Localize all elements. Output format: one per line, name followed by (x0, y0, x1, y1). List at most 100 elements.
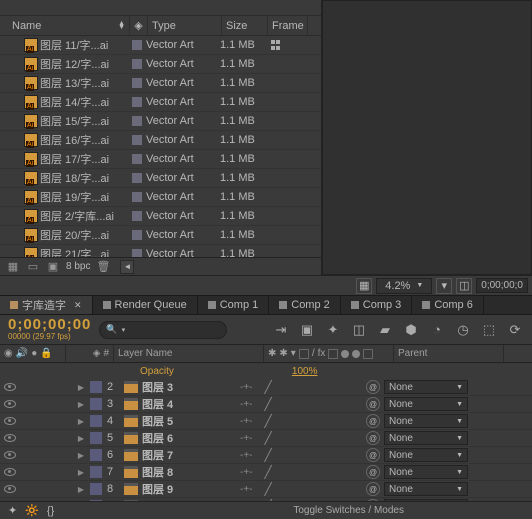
layer-row[interactable]: ▶ 6 图层 7 -+- ╱ @ None▼ (0, 447, 532, 464)
asset-label[interactable] (128, 249, 146, 257)
asset-label[interactable] (128, 59, 146, 69)
asset-row[interactable]: 图层 11/字...ai Vector Art 1.1 MB (0, 36, 321, 55)
visibility-toggle[interactable] (4, 417, 16, 425)
layer-name[interactable]: 图层 8 (142, 464, 236, 480)
switch-dash-icon[interactable]: -+- (240, 484, 253, 495)
layer-expand-toggle[interactable]: ▶ (66, 468, 88, 477)
layer-name[interactable]: 图层 3 (142, 379, 236, 395)
visibility-toggle[interactable] (4, 383, 16, 391)
layer-name[interactable]: 图层 9 (142, 481, 236, 497)
trash-icon[interactable]: 🗑 (96, 260, 110, 274)
tab-comp-1[interactable]: Comp 1 (198, 296, 270, 314)
interpret-footage-icon[interactable]: ▦ (6, 260, 20, 274)
layer-expand-toggle[interactable]: ▶ (66, 400, 88, 409)
layer-color-label[interactable] (90, 415, 102, 427)
roi-icon[interactable]: ◫ (456, 278, 472, 294)
pickwhip-icon[interactable]: @ (366, 465, 380, 479)
asset-label[interactable] (128, 97, 146, 107)
column-name[interactable]: Name▲▼ (8, 16, 130, 35)
timeline-search-input[interactable]: 🔍▾ (99, 321, 227, 339)
tab-comp-3[interactable]: Comp 3 (341, 296, 413, 314)
switch-slash-icon[interactable]: ╱ (265, 465, 272, 479)
layer-name[interactable]: 图层 4 (142, 396, 236, 412)
switch-slash-icon[interactable]: ╱ (265, 397, 272, 411)
layer-name[interactable]: 图层 5 (142, 413, 236, 429)
layer-color-label[interactable] (90, 381, 102, 393)
expand-icon[interactable]: ✦ (8, 504, 17, 517)
asset-row[interactable]: 图层 13/字...ai Vector Art 1.1 MB (0, 74, 321, 93)
layer-color-label[interactable] (90, 466, 102, 478)
tab-字库造字[interactable]: 字库造字✕ (0, 296, 93, 314)
layer-color-label[interactable] (90, 483, 102, 495)
visibility-toggle[interactable] (4, 434, 16, 442)
parent-dropdown[interactable]: None▼ (384, 397, 468, 411)
asset-row[interactable]: 图层 2/字库...ai Vector Art 1.1 MB (0, 207, 321, 226)
asset-label[interactable] (128, 173, 146, 183)
asset-row[interactable]: 图层 18/字...ai Vector Art 1.1 MB (0, 169, 321, 188)
close-tab-icon[interactable]: ✕ (74, 300, 82, 311)
asset-label[interactable] (128, 192, 146, 202)
tab-comp-6[interactable]: Comp 6 (412, 296, 484, 314)
parent-dropdown[interactable]: None▼ (384, 431, 468, 445)
tab-render-queue[interactable]: Render Queue (93, 296, 198, 314)
switch-slash-icon[interactable]: ╱ (265, 380, 272, 394)
video-column-icon[interactable]: ◉ (4, 348, 13, 359)
layer-expand-toggle[interactable]: ▶ (66, 417, 88, 426)
asset-row[interactable]: 图层 19/字...ai Vector Art 1.1 MB (0, 188, 321, 207)
layer-expand-toggle[interactable]: ▶ (66, 485, 88, 494)
preview-timecode[interactable]: 0;00;00;0 (476, 278, 528, 293)
folder-icon[interactable]: ▭ (26, 260, 40, 274)
grid-icon[interactable]: ▦ (356, 278, 372, 294)
layer-color-label[interactable] (90, 432, 102, 444)
pickwhip-icon[interactable]: @ (366, 431, 380, 445)
tab-comp-2[interactable]: Comp 2 (269, 296, 341, 314)
parent-dropdown[interactable]: None▼ (384, 380, 468, 394)
parent-dropdown[interactable]: None▼ (384, 465, 468, 479)
asset-row[interactable]: 图层 14/字...ai Vector Art 1.1 MB (0, 93, 321, 112)
switch-dash-icon[interactable]: -+- (240, 450, 253, 461)
index-column[interactable]: # (103, 348, 109, 359)
switch-slash-icon[interactable]: ╱ (265, 482, 272, 496)
draft3d-icon[interactable]: ✦ (324, 321, 342, 339)
parent-dropdown[interactable]: None▼ (384, 482, 468, 496)
visibility-toggle[interactable] (4, 451, 16, 459)
stopwatch-icon[interactable]: ◷ (454, 321, 472, 339)
layer-name[interactable]: 图层 6 (142, 430, 236, 446)
zoom-in-icon[interactable]: 🔆 (25, 504, 39, 517)
resolution-icon[interactable]: ▾ (436, 278, 452, 294)
brackets-icon[interactable]: {} (47, 505, 54, 517)
comp-flowchart-icon[interactable]: ▣ (298, 321, 316, 339)
pickwhip-icon[interactable]: @ (366, 482, 380, 496)
layer-expand-toggle[interactable]: ▶ (66, 451, 88, 460)
visibility-toggle[interactable] (4, 468, 16, 476)
graph-editor-icon[interactable]: ◔ (428, 321, 446, 339)
current-timecode[interactable]: 0;00;00;00 (8, 318, 91, 332)
asset-label[interactable] (128, 78, 146, 88)
zoom-dropdown[interactable]: 4.2%▼ (376, 278, 432, 294)
pickwhip-icon[interactable]: @ (366, 397, 380, 411)
visibility-toggle[interactable] (4, 400, 16, 408)
pills-icon[interactable]: ⬚ (480, 321, 498, 339)
switch-slash-icon[interactable]: ╱ (265, 431, 272, 445)
switch-slash-icon[interactable]: ╱ (265, 448, 272, 462)
pickwhip-icon[interactable]: @ (366, 414, 380, 428)
layer-color-label[interactable] (90, 398, 102, 410)
scroll-left-icon[interactable]: ◄ (120, 260, 134, 274)
new-comp-icon[interactable]: ▣ (46, 260, 60, 274)
toggle-switches-modes-button[interactable]: Toggle Switches / Modes (293, 505, 404, 516)
bit-depth-button[interactable]: 8 bpc (66, 261, 90, 272)
pickwhip-icon[interactable]: @ (366, 380, 380, 394)
layer-row[interactable]: ▶ 5 图层 6 -+- ╱ @ None▼ (0, 430, 532, 447)
switch-dash-icon[interactable]: -+- (240, 467, 253, 478)
pickwhip-icon[interactable]: @ (366, 448, 380, 462)
parent-column[interactable]: Parent (394, 345, 504, 362)
layer-expand-toggle[interactable]: ▶ (66, 383, 88, 392)
switch-slash-icon[interactable]: ╱ (265, 414, 272, 428)
lock-column-icon[interactable]: 🔒 (40, 348, 52, 359)
layer-color-label[interactable] (90, 449, 102, 461)
opacity-value[interactable]: 100% (292, 366, 318, 377)
asset-row[interactable]: 图层 21/字...ai Vector Art 1.1 MB (0, 245, 321, 257)
switch-dash-icon[interactable]: -+- (240, 399, 253, 410)
layer-row[interactable]: ▶ 4 图层 5 -+- ╱ @ None▼ (0, 413, 532, 430)
asset-label[interactable] (128, 230, 146, 240)
